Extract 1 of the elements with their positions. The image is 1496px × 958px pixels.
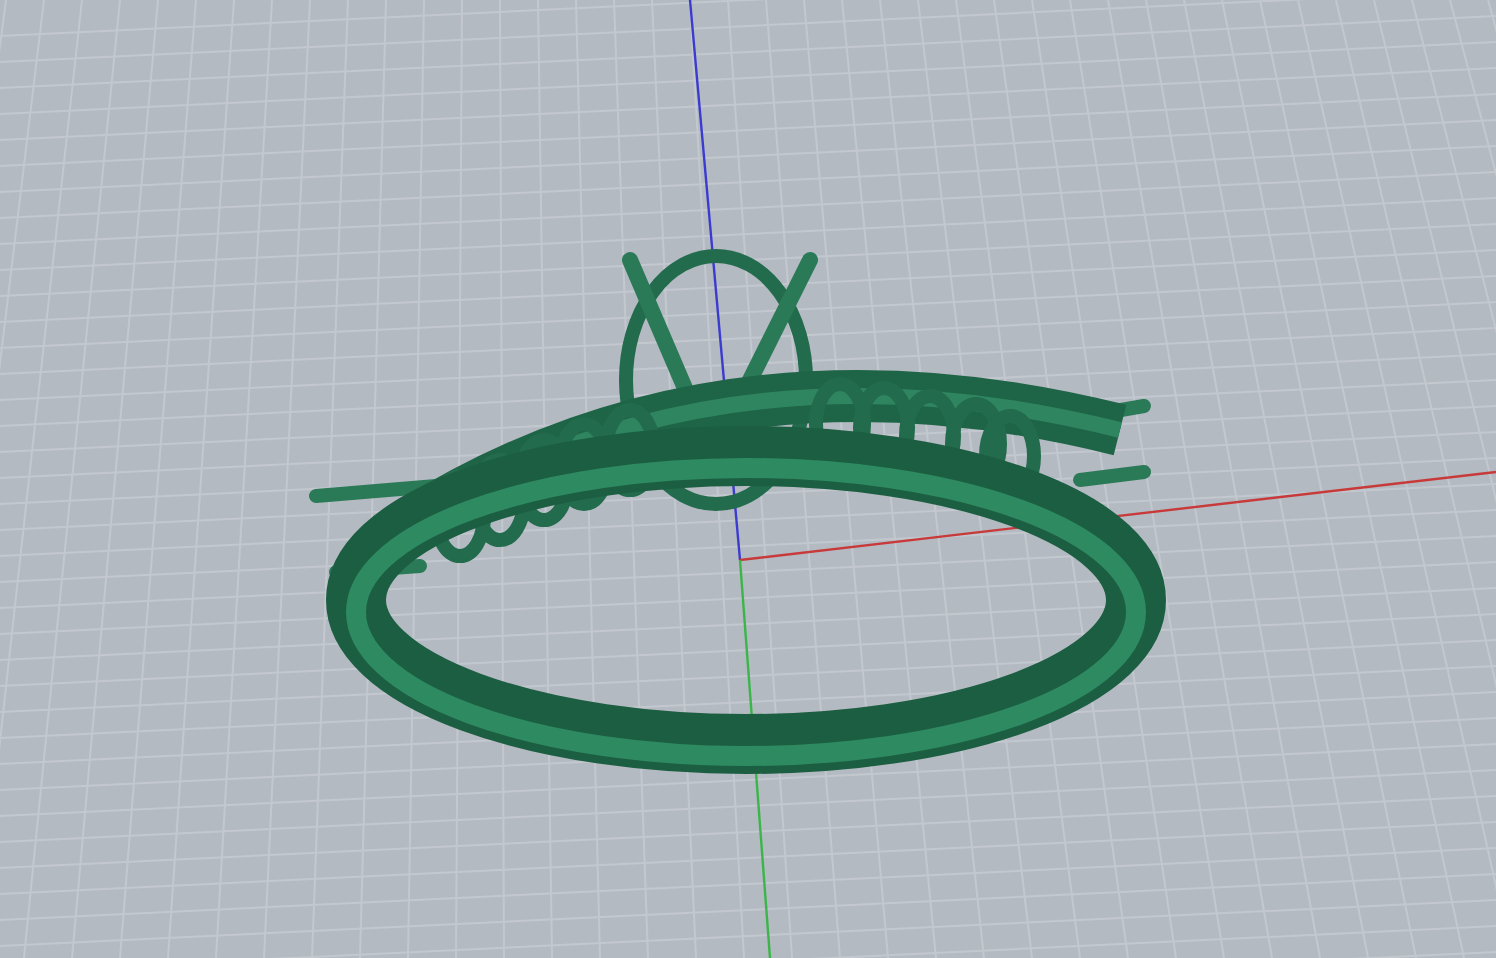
viewport-canvas[interactable]	[0, 0, 1496, 958]
